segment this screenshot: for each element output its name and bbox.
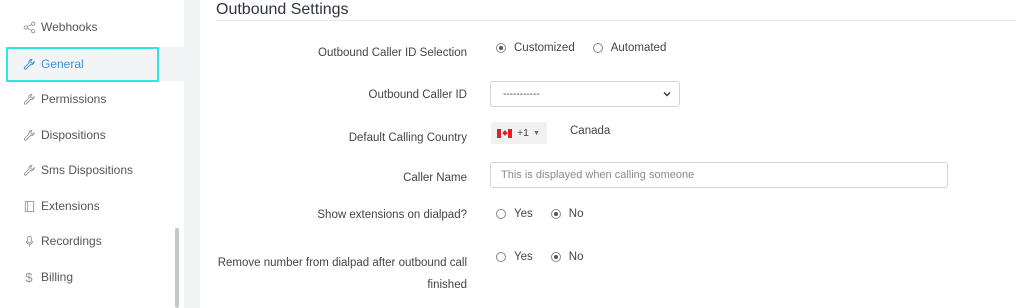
sidebar-item-label: Extensions <box>41 199 100 213</box>
radio-yes[interactable]: Yes <box>496 208 533 220</box>
sidebar-item-label: Recordings <box>41 234 102 248</box>
radio-dot[interactable] <box>496 252 506 262</box>
radio-label: No <box>568 208 584 220</box>
radio-label: Customized <box>514 42 575 54</box>
caller-id-label: Outbound Caller ID <box>368 89 467 101</box>
calling-country-label: Default Calling Country <box>348 132 467 144</box>
sidebar-item-recordings[interactable]: Recordings <box>8 224 184 258</box>
canada-flag-icon <box>497 128 512 138</box>
main-content: Outbound Settings Outbound Caller ID Sel… <box>200 0 1024 308</box>
sidebar-item-permissions[interactable]: Permissions <box>8 82 184 116</box>
radio-no[interactable]: No <box>550 251 584 263</box>
wrench-icon <box>22 128 36 142</box>
show-extensions-radio-group: Yes No <box>496 208 601 220</box>
radio-label: Yes <box>514 208 533 220</box>
radio-dot-selected[interactable] <box>550 252 561 262</box>
radio-no[interactable]: No <box>550 208 584 220</box>
sidebar-scrollbar[interactable] <box>175 228 179 308</box>
sidebar-gutter <box>184 0 200 308</box>
caller-name-input[interactable] <box>490 162 948 188</box>
sidebar-item-label: Webhooks <box>41 20 98 34</box>
extension-icon <box>22 199 36 213</box>
sidebar-item-label: Permissions <box>41 92 107 106</box>
sidebar-item-label: Dispositions <box>41 128 106 142</box>
sidebar-item-label: Sms Dispositions <box>41 163 134 177</box>
dial-code: +1 <box>517 127 529 139</box>
share-icon <box>22 20 36 34</box>
caller-id-select-value: ----------- <box>503 88 540 100</box>
section-title: Outbound Settings <box>216 1 349 18</box>
radio-dot-selected[interactable] <box>496 43 506 53</box>
title-divider <box>216 20 1016 21</box>
country-code-dropdown[interactable]: +1 ▼ <box>491 122 547 144</box>
caret-down-icon: ▼ <box>532 129 540 137</box>
wrench-icon <box>22 163 36 177</box>
radio-dot[interactable] <box>592 43 603 53</box>
sidebar-item-sms-dispositions[interactable]: Sms Dispositions <box>8 153 184 187</box>
remove-number-label: Remove number from dialpad after outboun… <box>217 257 467 291</box>
wrench-icon <box>22 92 36 106</box>
sidebar: Webhooks General Permissions Disposition… <box>0 0 184 308</box>
sidebar-item-label: General <box>41 57 84 71</box>
radio-label: Automated <box>610 42 667 54</box>
radio-yes[interactable]: Yes <box>496 251 533 263</box>
remove-number-radio-group: Yes No <box>496 251 601 263</box>
caller-id-selection-label: Outbound Caller ID Selection <box>318 47 467 59</box>
chevron-down-icon <box>663 92 671 97</box>
radio-label: Yes <box>514 251 533 263</box>
radio-dot[interactable] <box>496 209 506 219</box>
country-name: Canada <box>570 125 611 137</box>
caller-id-selection-radio-group: Customized Automated <box>496 42 684 54</box>
sidebar-item-general[interactable]: General <box>8 47 184 81</box>
sidebar-item-label: Billing <box>41 270 74 284</box>
caller-id-select[interactable]: ----------- <box>490 81 680 107</box>
radio-dot-selected[interactable] <box>550 209 561 219</box>
sidebar-item-dispositions[interactable]: Dispositions <box>8 118 184 152</box>
caller-name-label: Caller Name <box>403 172 467 184</box>
wrench-icon <box>22 57 36 71</box>
radio-automated[interactable]: Automated <box>592 42 667 54</box>
sidebar-item-billing[interactable]: $ Billing <box>8 260 184 294</box>
sidebar-item-webhooks[interactable]: Webhooks <box>8 10 184 44</box>
radio-label: No <box>568 251 584 263</box>
dollar-icon: $ <box>25 269 33 285</box>
microphone-icon <box>22 234 36 248</box>
show-extensions-label: Show extensions on dialpad? <box>317 209 467 221</box>
sidebar-item-extensions[interactable]: Extensions <box>8 189 184 223</box>
radio-customized[interactable]: Customized <box>496 42 575 54</box>
